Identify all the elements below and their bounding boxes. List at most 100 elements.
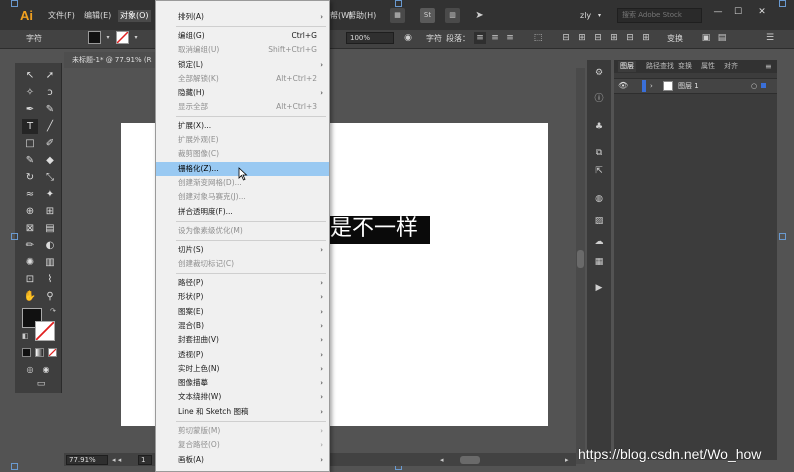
artboards-panel-icon[interactable]: ⧉ — [592, 147, 606, 160]
menu-item-unlock-all[interactable]: 全部解锁(K) Alt+Ctrl+2 — [156, 72, 329, 86]
isolate-icon[interactable]: ▣ — [700, 32, 712, 44]
paragraph-label[interactable]: 段落： — [446, 33, 470, 45]
slice-tool-icon[interactable]: ⌇ — [42, 272, 58, 287]
menu-item-compound-path[interactable]: 复合路径(O) › — [156, 438, 329, 452]
grid-icon[interactable]: ▦ — [390, 8, 405, 23]
artboard-nav-prev-icon[interactable]: ◂ ◂ — [112, 455, 132, 465]
direct-selection-tool-icon[interactable]: ➚ — [42, 68, 58, 83]
transform-reference-icon[interactable]: ⬚ — [532, 32, 544, 44]
graphic-styles-panel-icon[interactable]: ▨ — [592, 215, 606, 228]
menu-item-live-paint[interactable]: 实时上色(N) › — [156, 362, 329, 376]
menu-item-arrange[interactable]: 排列(A) › — [156, 10, 329, 24]
menu-item-envelope-distort[interactable]: 封套扭曲(V) › — [156, 333, 329, 347]
menu-item-text-wrap[interactable]: 文本绕排(W) › — [156, 390, 329, 404]
actions-panel-icon[interactable]: ▶ — [592, 282, 606, 295]
artwork-text[interactable]: 是不一样 — [330, 213, 440, 245]
fill-swatch[interactable] — [88, 31, 101, 44]
selection-handle[interactable] — [779, 0, 786, 7]
recolor-icon[interactable]: ◉ — [402, 32, 414, 44]
horizontal-scroll-thumb[interactable] — [460, 456, 480, 464]
symbols-panel-icon[interactable]: ♣ — [592, 121, 606, 134]
vertical-scroll-thumb[interactable] — [577, 250, 584, 268]
horizontal-scroll-left-icon[interactable]: ◂ — [440, 455, 460, 465]
zoom-field[interactable]: 77.91% — [66, 455, 108, 465]
menu-item-slice[interactable]: 切片(S) › — [156, 243, 329, 257]
zoom-tool-icon[interactable]: ⚲ — [42, 289, 58, 304]
hand-tool-icon[interactable]: ✋ — [22, 289, 38, 304]
maximize-button[interactable]: ☐ — [728, 5, 748, 19]
layer-name[interactable]: 图层 1 — [678, 81, 699, 91]
swatches-panel-icon[interactable]: ▦ — [592, 256, 606, 269]
distribute-2-icon[interactable]: ⊟ — [624, 32, 636, 44]
menu-item-create-object-mosaic[interactable]: 创建对象马赛克(J)... — [156, 190, 329, 204]
selection-handle[interactable] — [395, 0, 402, 7]
more-options-icon[interactable]: ▤ — [716, 32, 728, 44]
libraries-panel-icon[interactable]: ☁ — [592, 236, 606, 249]
align-objects-2-icon[interactable]: ⊞ — [576, 32, 588, 44]
rotate-tool-icon[interactable]: ↻ — [22, 170, 38, 185]
search-input[interactable]: 搜索 Adobe Stock — [617, 8, 702, 23]
tab-layers[interactable]: 图层 — [618, 61, 636, 72]
close-button[interactable]: ✕ — [752, 5, 772, 19]
screen-mode-icon[interactable]: ▭ — [33, 377, 49, 392]
perspective-grid-tool-icon[interactable]: ⊞ — [42, 204, 58, 219]
menu-object[interactable]: 对象(O) — [118, 10, 151, 22]
menu-item-show-all[interactable]: 显示全部 Alt+Ctrl+3 — [156, 100, 329, 114]
panel-menu-icon[interactable]: ☰ — [764, 32, 776, 44]
menu-item-shape[interactable]: 形状(P) › — [156, 290, 329, 304]
target-icon[interactable]: ○ — [751, 81, 759, 91]
menu-item-blend[interactable]: 混合(B) › — [156, 319, 329, 333]
scale-tool-icon[interactable]: ⤡ — [42, 170, 58, 185]
panel-menu-icon[interactable]: ≡ — [765, 61, 772, 72]
paintbrush-tool-icon[interactable]: ✐ — [42, 136, 58, 151]
horizontal-scroll-right-icon[interactable]: ▸ — [565, 455, 573, 465]
selection-handle[interactable] — [11, 233, 18, 240]
line-tool-icon[interactable]: ╱ — [42, 119, 58, 134]
selection-indicator[interactable] — [761, 83, 766, 88]
selection-tool-icon[interactable]: ↖ — [22, 68, 38, 83]
page-field[interactable]: 1 — [138, 455, 152, 465]
properties-panel-icon[interactable]: ⚙ — [592, 67, 606, 80]
blend-tool-icon[interactable]: ◐ — [42, 238, 58, 253]
send-icon[interactable]: ➤ — [472, 8, 487, 23]
menu-item-pattern[interactable]: 图案(E) › — [156, 305, 329, 319]
type-tool-icon[interactable]: T — [22, 119, 38, 134]
tab-attributes[interactable]: 属性 — [701, 61, 715, 72]
magic-wand-tool-icon[interactable]: ✧ — [22, 85, 38, 100]
menu-item-expand-appearance[interactable]: 扩展外观(E) — [156, 133, 329, 147]
selection-handle[interactable] — [779, 233, 786, 240]
document-tab[interactable]: 未标题-1* @ 77.91% (R — [64, 52, 160, 68]
menu-item-crop-image[interactable]: 裁剪图像(C) — [156, 147, 329, 161]
puppet-warp-tool-icon[interactable]: ✦ — [42, 187, 58, 202]
distribute-icon[interactable]: ⊞ — [608, 32, 620, 44]
export-panel-icon[interactable]: ⇱ — [592, 165, 606, 178]
menu-help[interactable]: 帮助(H) — [348, 10, 376, 22]
swap-colors-icon[interactable]: ↷ — [50, 307, 58, 315]
align-objects-3-icon[interactable]: ⊟ — [592, 32, 604, 44]
default-colors-icon[interactable]: ◧ — [22, 332, 30, 340]
menu-item-lock[interactable]: 锁定(L) › — [156, 58, 329, 72]
character-label[interactable]: 字符 — [426, 33, 442, 45]
gradient-tool-icon[interactable]: ▤ — [42, 221, 58, 236]
draw-inside-icon[interactable]: ◉ — [38, 362, 54, 377]
tab-transform[interactable]: 变换 — [678, 61, 692, 72]
expand-layer-icon[interactable]: › — [650, 81, 658, 91]
distribute-3-icon[interactable]: ⊞ — [640, 32, 652, 44]
menu-item-group[interactable]: 编组(G) Ctrl+G — [156, 29, 329, 43]
stroke-dropdown-icon[interactable]: ▾ — [130, 32, 142, 44]
menu-item-artboards[interactable]: 画板(A) › — [156, 453, 329, 467]
menu-item-expand[interactable]: 扩展(X)... — [156, 119, 329, 133]
menu-file[interactable]: 文件(F) — [48, 10, 75, 22]
align-objects-icon[interactable]: ⊟ — [560, 32, 572, 44]
stock-icon[interactable]: St — [420, 8, 435, 23]
menu-item-create-trim-marks[interactable]: 创建裁切标记(C) — [156, 257, 329, 271]
mesh-tool-icon[interactable]: ⊠ — [22, 221, 38, 236]
eraser-tool-icon[interactable]: ◆ — [42, 153, 58, 168]
none-mode-icon[interactable] — [48, 348, 57, 357]
color-mode-icon[interactable] — [22, 348, 31, 357]
menu-item-image-trace[interactable]: 图像描摹 › — [156, 376, 329, 390]
selection-handle[interactable] — [11, 463, 18, 470]
rectangle-tool-icon[interactable]: □ — [22, 136, 38, 151]
align-center-icon[interactable]: ≡ — [489, 32, 501, 44]
pen-tool-icon[interactable]: ✒ — [22, 102, 38, 117]
